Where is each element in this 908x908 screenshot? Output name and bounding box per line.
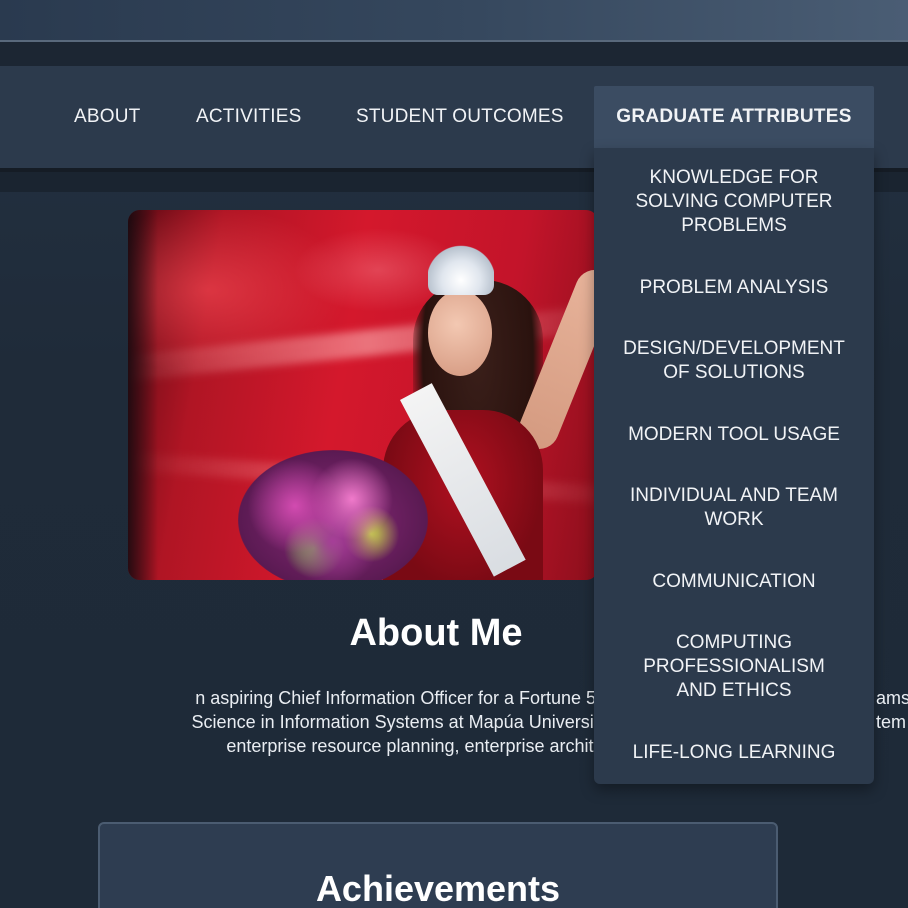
dropdown-item-line: MODERN TOOL USAGE — [628, 424, 840, 445]
dropdown-item-line: PROBLEMS — [681, 215, 787, 236]
crown-icon — [428, 245, 494, 295]
dropdown-item-modern-tool-usage[interactable]: MODERN TOOL USAGE — [594, 423, 874, 447]
dropdown-item-line: LIFE-LONG LEARNING — [632, 742, 836, 763]
dropdown-item-problem-analysis[interactable]: PROBLEM ANALYSIS — [594, 276, 874, 300]
dropdown-item-life-long-learning[interactable]: LIFE-LONG LEARNING — [594, 741, 874, 765]
dropdown-item-design-development[interactable]: DESIGN/DEVELOPMENT OF SOLUTIONS — [594, 337, 874, 385]
face — [428, 290, 492, 376]
achievements-title: Achievements — [315, 868, 561, 908]
dropdown-item-line: INDIVIDUAL AND TEAM — [630, 485, 838, 506]
dropdown-item-knowledge[interactable]: KNOWLEDGE FOR SOLVING COMPUTER PROBLEMS — [594, 166, 874, 238]
nav-graduate-attributes[interactable]: GRADUATE ATTRIBUTES — [594, 86, 874, 148]
dropdown-item-communication[interactable]: COMMUNICATION — [594, 570, 874, 594]
dropdown-item-line: KNOWLEDGE FOR — [649, 167, 819, 188]
browser-top-bar — [0, 0, 908, 42]
dropdown-item-line: SOLVING COMPUTER — [635, 191, 833, 212]
nav-about[interactable]: ABOUT — [74, 86, 140, 148]
dropdown-item-line: COMMUNICATION — [652, 571, 816, 592]
hero-image — [128, 210, 598, 580]
dropdown-item-line: PROBLEM ANALYSIS — [639, 277, 829, 298]
graduate-attributes-dropdown: KNOWLEDGE FOR SOLVING COMPUTER PROBLEMS … — [594, 148, 874, 784]
dropdown-item-professionalism[interactable]: COMPUTING PROFESSIONALISM AND ETHICS — [594, 631, 874, 703]
dropdown-item-line: PROFESSIONALISM — [643, 656, 825, 677]
nav-student-outcomes[interactable]: STUDENT OUTCOMES — [356, 86, 564, 148]
image-vignette — [128, 210, 158, 580]
about-fragment: tem — [876, 712, 907, 732]
achievements-card: Achievements — [98, 822, 778, 908]
about-fragment: ams — [876, 688, 908, 708]
bouquet — [238, 450, 428, 580]
page: ABOUT ACTIVITIES STUDENT OUTCOMES GRADUA… — [0, 0, 908, 908]
dropdown-item-teamwork[interactable]: INDIVIDUAL AND TEAM WORK — [594, 484, 874, 532]
dropdown-item-line: AND ETHICS — [676, 680, 792, 701]
dropdown-item-line: OF SOLUTIONS — [663, 362, 805, 383]
top-gap — [0, 42, 908, 66]
nav-activities[interactable]: ACTIVITIES — [196, 86, 301, 148]
dropdown-item-line: COMPUTING — [675, 632, 793, 653]
dropdown-item-line: WORK — [704, 509, 764, 530]
dropdown-item-line: DESIGN/DEVELOPMENT — [623, 338, 845, 359]
